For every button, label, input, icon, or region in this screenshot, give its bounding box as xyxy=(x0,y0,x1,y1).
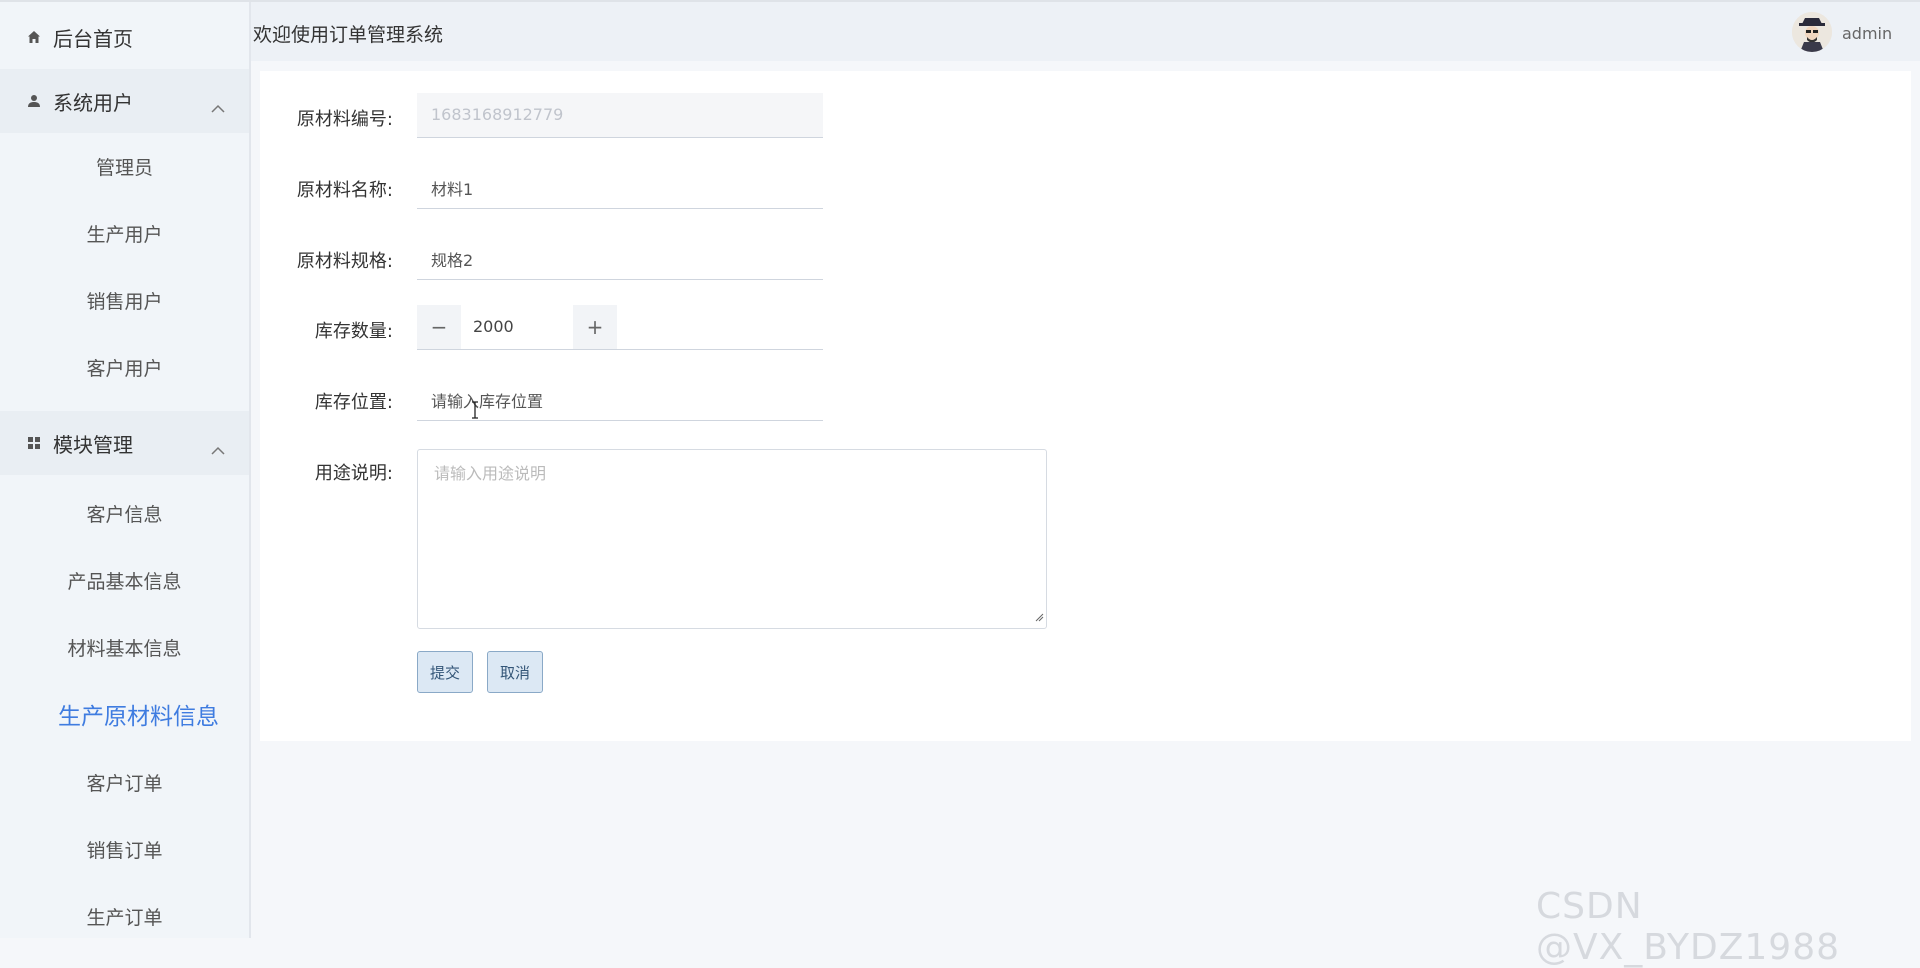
stock-location-placeholder: 请输入库存位置 xyxy=(431,392,544,411)
cancel-button[interactable]: 取消 xyxy=(487,651,543,693)
resize-handle-icon[interactable] xyxy=(1034,607,1044,626)
page-title: 欢迎使用订单管理系统 xyxy=(253,24,444,46)
sidebar-item-production-users[interactable]: 生产用户 xyxy=(0,203,249,267)
material-id-field: 1683168912779 xyxy=(417,93,823,138)
grid-icon xyxy=(26,435,42,451)
sidebar-item-sales-orders[interactable]: 销售订单 xyxy=(0,819,249,883)
user-icon xyxy=(26,93,42,109)
sidebar-item-production-orders[interactable]: 生产订单 xyxy=(0,886,249,938)
material-id-value: 1683168912779 xyxy=(431,105,564,124)
sidebar-item-label: 后台首页 xyxy=(53,26,133,51)
sidebar-group-system-users[interactable]: 系统用户 xyxy=(0,69,249,133)
field-label: 库存位置: xyxy=(314,392,393,413)
sidebar-item-customer-info[interactable]: 客户信息 xyxy=(0,483,249,547)
decrease-button[interactable]: − xyxy=(417,305,461,349)
form-row-material-id: 原材料编号: 1683168912779 xyxy=(260,91,1060,141)
text-cursor-icon xyxy=(470,401,480,424)
sidebar-item-customer-users[interactable]: 客户用户 xyxy=(0,337,249,401)
field-label: 用途说明: xyxy=(314,463,393,484)
submit-button[interactable]: 提交 xyxy=(417,651,473,693)
watermark: CSDN @VX_BYDZ1988 xyxy=(1536,886,1841,968)
material-name-field[interactable]: 材料1 xyxy=(417,164,823,209)
material-spec-value: 规格2 xyxy=(431,251,474,270)
sidebar-item-product-info[interactable]: 产品基本信息 xyxy=(0,550,249,614)
sidebar-item-sales-users[interactable]: 销售用户 xyxy=(0,270,249,334)
field-label: 原材料编号: xyxy=(296,109,393,130)
usage-description-placeholder: 请输入用途说明 xyxy=(434,464,547,483)
form-row-material-name: 原材料名称: 材料1 xyxy=(260,162,1060,212)
quantity-value[interactable]: 2000 xyxy=(473,317,514,336)
sidebar-group-module-management[interactable]: 模块管理 xyxy=(0,411,249,475)
quantity-stepper: − 2000 + xyxy=(417,305,823,350)
chevron-up-icon xyxy=(211,94,225,118)
material-spec-field[interactable]: 规格2 xyxy=(417,235,823,280)
sidebar-item-admin[interactable]: 管理员 xyxy=(0,136,249,200)
sidebar-group-label: 模块管理 xyxy=(53,432,133,457)
chevron-up-icon xyxy=(211,436,225,460)
field-label: 原材料规格: xyxy=(296,251,393,272)
sidebar-item-customer-orders[interactable]: 客户订单 xyxy=(0,752,249,816)
field-label: 库存数量: xyxy=(314,321,393,342)
sidebar: 后台首页 系统用户 管理员 生产用户 销售用户 客户用户 模块管理 客户信息 产… xyxy=(0,2,251,938)
material-name-value: 材料1 xyxy=(431,180,474,199)
increase-button[interactable]: + xyxy=(573,305,617,349)
home-icon xyxy=(26,29,42,45)
form-row-stock-quantity: 库存数量: − 2000 + xyxy=(260,303,1060,353)
usage-description-textarea[interactable]: 请输入用途说明 xyxy=(417,449,1047,629)
field-label: 原材料名称: xyxy=(296,180,393,201)
sidebar-item-raw-material-info[interactable]: 生产原材料信息 xyxy=(14,685,249,749)
avatar[interactable] xyxy=(1792,12,1832,52)
form-card: 原材料编号: 1683168912779 原材料名称: 材料1 原材料规格: 规… xyxy=(260,71,1911,741)
sidebar-group-label: 系统用户 xyxy=(53,90,133,115)
sidebar-item-home[interactable]: 后台首页 xyxy=(0,5,249,69)
form-row-usage-description: 用途说明: 请输入用途说明 xyxy=(260,445,1260,635)
header: 欢迎使用订单管理系统 admin xyxy=(251,2,1920,61)
username[interactable]: admin xyxy=(1842,24,1892,43)
form-actions: 提交 取消 xyxy=(260,651,1060,701)
form-row-material-spec: 原材料规格: 规格2 xyxy=(260,233,1060,283)
form-row-stock-location: 库存位置: 请输入库存位置 xyxy=(260,374,1060,424)
sidebar-item-material-info[interactable]: 材料基本信息 xyxy=(0,617,249,681)
